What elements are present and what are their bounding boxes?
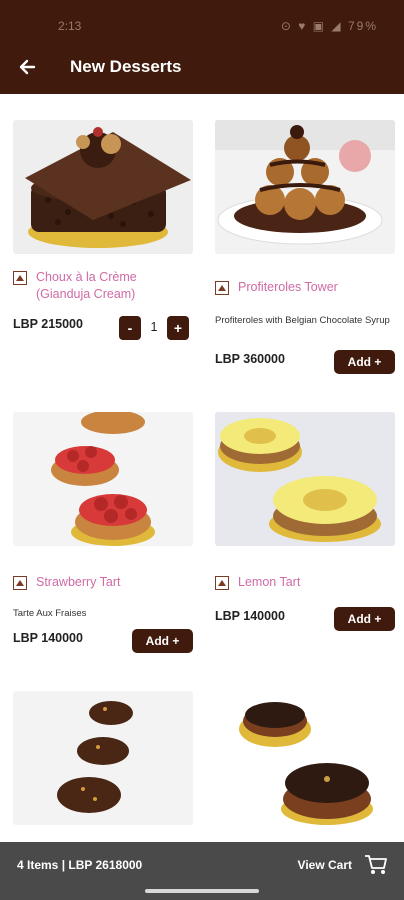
product-title-row: Choux à la Crème (Gianduja Cream) — [13, 269, 193, 303]
product-image[interactable] — [215, 691, 395, 825]
product-price: LBP 140000 — [13, 631, 83, 645]
product-description: Profiteroles with Belgian Chocolate Syru… — [215, 315, 390, 326]
product-price: LBP 140000 — [215, 609, 285, 623]
add-to-cart-button[interactable]: Add + — [132, 629, 193, 653]
product-title[interactable]: Strawberry Tart — [36, 574, 121, 591]
product-image-strawberry-tart[interactable] — [13, 412, 193, 546]
quantity-stepper: - 1 + — [119, 316, 189, 340]
product-description: Tarte Aux Fraises — [13, 608, 87, 619]
decrease-quantity-button[interactable]: - — [119, 316, 141, 340]
product-title[interactable]: Profiteroles Tower — [238, 279, 338, 296]
product-price: LBP 215000 — [13, 317, 83, 331]
add-to-cart-button[interactable]: Add + — [334, 350, 395, 374]
veg-indicator-icon — [215, 576, 229, 590]
app-bar: New Desserts — [0, 40, 404, 94]
product-price: LBP 360000 — [215, 352, 285, 366]
product-title[interactable]: Lemon Tart — [238, 574, 300, 591]
product-grid[interactable]: Choux à la Crème (Gianduja Cream) LBP 21… — [0, 94, 404, 842]
product-title-row: Lemon Tart — [215, 574, 395, 591]
cart-summary: 4 Items | LBP 2618000 — [17, 858, 143, 872]
status-icons: ⊙ ♥ ▣ ◢ 79% — [280, 19, 378, 33]
product-title[interactable]: Choux à la Crème (Gianduja Cream) — [36, 269, 193, 303]
product-image-choux[interactable] — [13, 120, 193, 254]
cart-bar[interactable]: 4 Items | LBP 2618000 View Cart — [0, 842, 404, 900]
increase-quantity-button[interactable]: + — [167, 316, 189, 340]
home-indicator — [145, 889, 259, 893]
product-image[interactable] — [13, 691, 193, 825]
veg-indicator-icon — [13, 576, 27, 590]
product-title-row: Strawberry Tart — [13, 574, 193, 591]
product-image-lemon-tart[interactable] — [215, 412, 395, 546]
veg-indicator-icon — [13, 271, 27, 285]
view-cart-link[interactable]: View Cart — [298, 858, 352, 872]
product-title-row: Profiteroles Tower — [215, 279, 395, 296]
page-title: New Desserts — [70, 57, 182, 76]
cart-icon[interactable] — [364, 854, 388, 876]
status-time: 2:13 — [58, 19, 82, 33]
veg-indicator-icon — [215, 281, 229, 295]
status-bar: 2:13 ⊙ ♥ ▣ ◢ 79% — [0, 0, 404, 40]
back-button[interactable] — [12, 52, 42, 82]
quantity-value: 1 — [150, 320, 158, 334]
back-arrow-icon[interactable] — [17, 57, 37, 77]
product-image-profiteroles[interactable] — [215, 120, 395, 254]
add-to-cart-button[interactable]: Add + — [334, 607, 395, 631]
